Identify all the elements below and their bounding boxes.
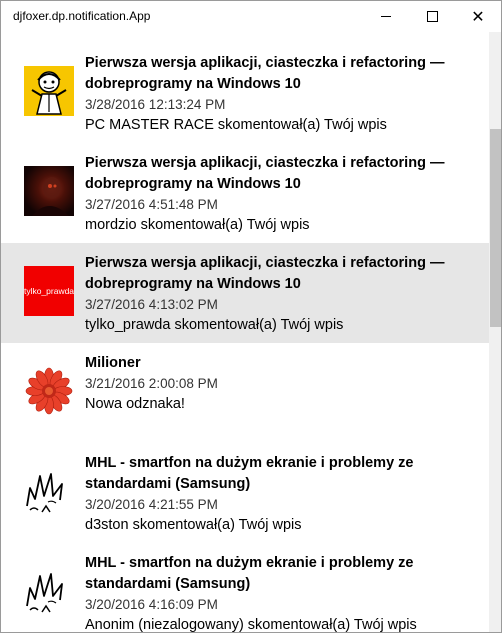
notification-message: Anonim (niezalogowany) skomentował(a) Tw…	[85, 617, 417, 633]
notification-message: mordzio skomentował(a) Twój wpis	[85, 217, 310, 233]
notification-item[interactable]: Pierwsza wersja aplikacji, ciasteczka i …	[1, 143, 489, 243]
notification-date: 3/27/2016 4:51:48 PM	[85, 197, 218, 212]
notification-item[interactable]: Milioner 3/21/2016 2:00:08 PM Nowa odzna…	[1, 343, 489, 443]
sketch-avatar	[24, 566, 74, 616]
notification-title: Milioner	[85, 355, 141, 371]
mordzio-avatar	[24, 166, 74, 216]
scrollbar-thumb[interactable]	[490, 129, 501, 327]
maximize-button[interactable]	[409, 1, 455, 32]
notification-title: Pierwsza wersja aplikacji, ciasteczka i …	[85, 255, 445, 292]
notification-message: d3ston skomentował(a) Twój wpis	[85, 517, 302, 533]
notification-item-selected[interactable]: tylko_prawda Pierwsza wersja aplikacji, …	[1, 243, 489, 343]
maximize-icon	[426, 11, 438, 22]
tylko-prawda-avatar: tylko_prawda	[24, 266, 74, 316]
notification-title: MHL - smartfon na dużym ekranie i proble…	[85, 455, 414, 492]
notification-message: tylko_prawda skomentował(a) Twój wpis	[85, 317, 344, 333]
close-button[interactable]: ✕	[455, 1, 501, 32]
flower-badge-icon	[24, 366, 74, 416]
notification-message: PC MASTER RACE skomentował(a) Twój wpis	[85, 117, 387, 133]
scrollbar-track[interactable]	[489, 32, 501, 632]
close-icon: ✕	[471, 6, 485, 26]
notification-message: Nowa odznaka!	[85, 396, 185, 412]
notification-date: 3/28/2016 12:13:24 PM	[85, 97, 226, 112]
notification-date: 3/20/2016 4:16:09 PM	[85, 597, 218, 612]
notification-list: Pierwsza wersja aplikacji, ciasteczka i …	[1, 43, 489, 633]
notification-title: Pierwsza wersja aplikacji, ciasteczka i …	[85, 155, 445, 192]
notification-item[interactable]: Pierwsza wersja aplikacji, ciasteczka i …	[1, 43, 489, 143]
avatar-text: tylko_prawda	[23, 286, 75, 296]
title-bar[interactable]: djfoxer.dp.notification.App ✕	[1, 1, 501, 32]
notification-date: 3/27/2016 4:13:02 PM	[85, 297, 218, 312]
app-window: djfoxer.dp.notification.App ✕ Pierwsza w…	[0, 0, 502, 633]
notification-date: 3/21/2016 2:00:08 PM	[85, 376, 218, 391]
sketch-avatar	[24, 466, 74, 516]
minimize-icon	[381, 16, 391, 17]
window-title: djfoxer.dp.notification.App	[13, 9, 151, 23]
notification-item[interactable]: MHL - smartfon na dużym ekranie i proble…	[1, 543, 489, 633]
notification-title: MHL - smartfon na dużym ekranie i proble…	[85, 555, 414, 592]
minimize-button[interactable]	[363, 1, 409, 32]
notification-title: Pierwsza wersja aplikacji, ciasteczka i …	[85, 55, 445, 92]
pc-master-race-avatar	[24, 66, 74, 116]
notification-date: 3/20/2016 4:21:55 PM	[85, 497, 218, 512]
notification-item[interactable]: MHL - smartfon na dużym ekranie i proble…	[1, 443, 489, 543]
